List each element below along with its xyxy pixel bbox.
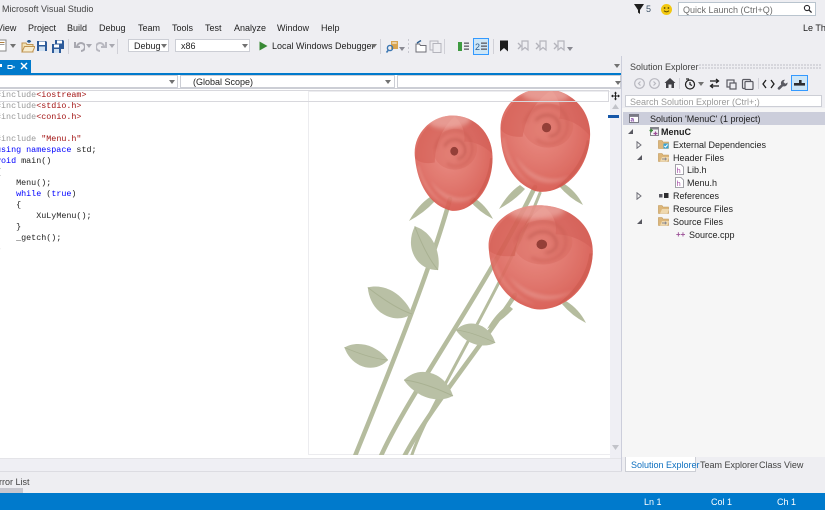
svg-text:a: a bbox=[631, 117, 635, 123]
svg-text:h: h bbox=[677, 166, 681, 175]
svg-text:++: ++ bbox=[676, 230, 686, 238]
svg-text:h: h bbox=[677, 179, 681, 188]
svg-text:2: 2 bbox=[475, 42, 480, 52]
